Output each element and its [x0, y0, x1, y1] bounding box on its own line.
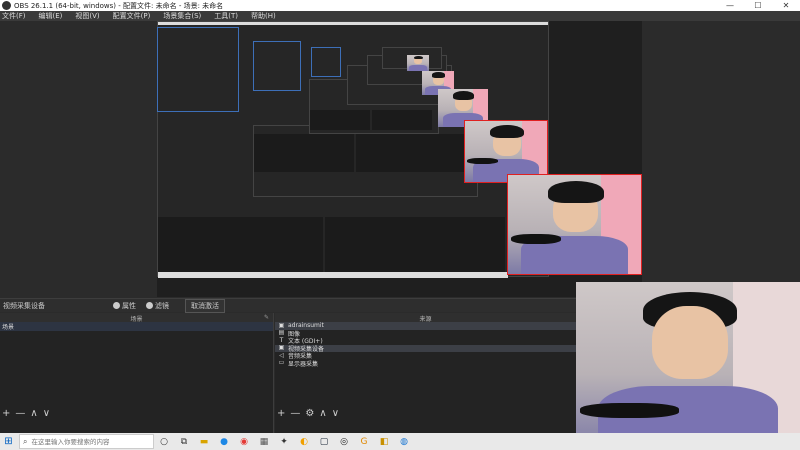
remove-scene-button[interactable]: —: [15, 408, 25, 419]
webcam-feed-recursive: [407, 55, 429, 71]
menu-bar: 文件(F) 编辑(E) 视图(V) 配置文件(P) 场景集合(S) 工具(T) …: [0, 11, 800, 21]
camera-icon: ▣: [278, 344, 285, 352]
filters-button[interactable]: 滤镜: [146, 301, 169, 311]
windows-taskbar: ⊞ ⌕ ○ ⧉ ▬ ● ◉ ▦ ✦ ◐ ▢ ◎ G ◧ ◍: [0, 433, 800, 450]
nested-scenes-pane: [310, 110, 370, 130]
menu-file[interactable]: 文件(F): [2, 11, 26, 21]
add-scene-button[interactable]: +: [2, 408, 10, 419]
menu-profile[interactable]: 配置文件(P): [113, 11, 151, 21]
preview-canvas[interactable]: [157, 21, 642, 297]
steam-icon[interactable]: ▢: [314, 433, 334, 450]
obs-taskbar-icon[interactable]: ◎: [334, 433, 354, 450]
close-button[interactable]: ✕: [772, 0, 800, 11]
remove-source-button[interactable]: —: [290, 408, 300, 419]
filters-label: 滤镜: [155, 301, 169, 310]
maximize-button[interactable]: ☐: [744, 0, 772, 11]
obs-app-icon: [2, 1, 11, 10]
nested-sources-pane: [356, 134, 466, 172]
store-icon[interactable]: ▦: [254, 433, 274, 450]
netease-music-icon[interactable]: ◉: [234, 433, 254, 450]
app-icon[interactable]: G: [354, 433, 374, 450]
source-list-item[interactable]: ▭ 显示器采集: [275, 360, 576, 368]
menu-help[interactable]: 帮助(H): [251, 11, 276, 21]
windows-start-icon[interactable]: ⊞: [0, 433, 17, 450]
taskbar-search[interactable]: ⌕: [19, 434, 154, 449]
menu-scene-collection[interactable]: 场景集合(S): [163, 11, 201, 21]
sources-tools: + — ⚙ ∧ ∨: [277, 408, 339, 419]
current-source-name: 视频采集设备: [3, 301, 45, 310]
nested-titlebar: [158, 22, 548, 25]
menu-tools[interactable]: 工具(T): [214, 11, 238, 21]
source-list-item[interactable]: ▣ 视频采集设备: [275, 344, 576, 353]
app-icon[interactable]: ◧: [374, 433, 394, 450]
properties-button[interactable]: 属性: [113, 301, 136, 311]
scene-preview-outline: [253, 41, 301, 91]
microphone: [466, 157, 498, 164]
sources-header: 来源: [275, 313, 576, 323]
scene-list-item[interactable]: 场景: [0, 322, 273, 331]
speaker-icon: ◁: [279, 351, 284, 359]
deactivate-button[interactable]: 取消激活: [185, 298, 225, 313]
title-bar: OBS 26.1.1 (64-bit, windows) - 配置文件: 未命名…: [0, 0, 800, 11]
sources-panel: 来源 ▣ adrainsumit ▤ 图像 T 文本 (GDI+) ▣ 视频采集设备 ◁…: [275, 313, 576, 433]
webcam-feed-selected[interactable]: [507, 174, 642, 275]
move-source-up-button[interactable]: ∧: [319, 408, 326, 419]
person-hair: [489, 124, 525, 139]
text-icon: T: [279, 336, 284, 344]
person-hair: [431, 72, 446, 78]
nested-sources-pane: [372, 110, 432, 130]
source-list-item[interactable]: ◁ 音频采集: [275, 352, 576, 360]
file-explorer-icon[interactable]: ▬: [194, 433, 214, 450]
person-hair: [547, 180, 604, 203]
edit-icon[interactable]: ✎: [264, 314, 269, 321]
preview-area[interactable]: [0, 21, 800, 298]
minimize-button[interactable]: —: [716, 0, 744, 11]
menu-view[interactable]: 视图(V): [75, 11, 99, 21]
search-icon: ⌕: [23, 436, 28, 446]
filter-icon: [146, 302, 153, 309]
move-scene-up-button[interactable]: ∧: [30, 408, 37, 419]
source-list-item[interactable]: ▣ adrainsumit: [275, 322, 576, 330]
source-label: 显示器采集: [288, 360, 319, 368]
app-icon[interactable]: ◐: [294, 433, 314, 450]
app-icon[interactable]: ◍: [394, 433, 414, 450]
image-icon: ▤: [278, 329, 285, 337]
scenes-header-label: 场景: [130, 316, 143, 323]
task-view-icon[interactable]: ⧉: [174, 433, 194, 450]
gear-icon: [113, 302, 120, 309]
cortana-icon[interactable]: ○: [154, 433, 174, 450]
nested-taskbar: [158, 272, 508, 278]
nested-sources-pane: [325, 217, 505, 272]
nested-capture-frame: [253, 125, 478, 197]
move-source-down-button[interactable]: ∨: [332, 408, 339, 419]
taskbar-search-input[interactable]: [31, 437, 150, 446]
window-title: OBS 26.1.1 (64-bit, windows) - 配置文件: 未命名…: [14, 1, 224, 10]
scene-preview-outline: [311, 47, 341, 77]
microphone: [510, 234, 562, 245]
scenes-tools: + — ∧ ∨: [2, 408, 50, 419]
app-icon[interactable]: ✦: [274, 433, 294, 450]
person-head: [652, 305, 729, 380]
scenes-panel: 场景 ✎ 场景 + — ∧ ∨: [0, 313, 274, 433]
video-capture-icon: ▣: [278, 321, 285, 329]
menu-edit[interactable]: 编辑(E): [39, 11, 63, 21]
scenes-header: 场景 ✎: [0, 313, 273, 323]
microphone: [580, 402, 680, 419]
nested-scenes-pane: [158, 217, 323, 272]
add-source-button[interactable]: +: [277, 408, 285, 419]
monitor-icon: ▭: [278, 359, 285, 367]
window-controls: — ☐ ✕: [716, 0, 800, 11]
source-settings-button[interactable]: ⚙: [305, 408, 314, 419]
nested-scenes-pane: [254, 134, 354, 172]
properties-label: 属性: [122, 301, 136, 310]
edge-icon[interactable]: ●: [214, 433, 234, 450]
person-hair: [453, 91, 474, 100]
webcam-overlay: [576, 282, 800, 450]
sources-header-label: 来源: [419, 316, 432, 323]
move-scene-down-button[interactable]: ∨: [43, 408, 50, 419]
scene-preview-outline: [157, 27, 239, 112]
